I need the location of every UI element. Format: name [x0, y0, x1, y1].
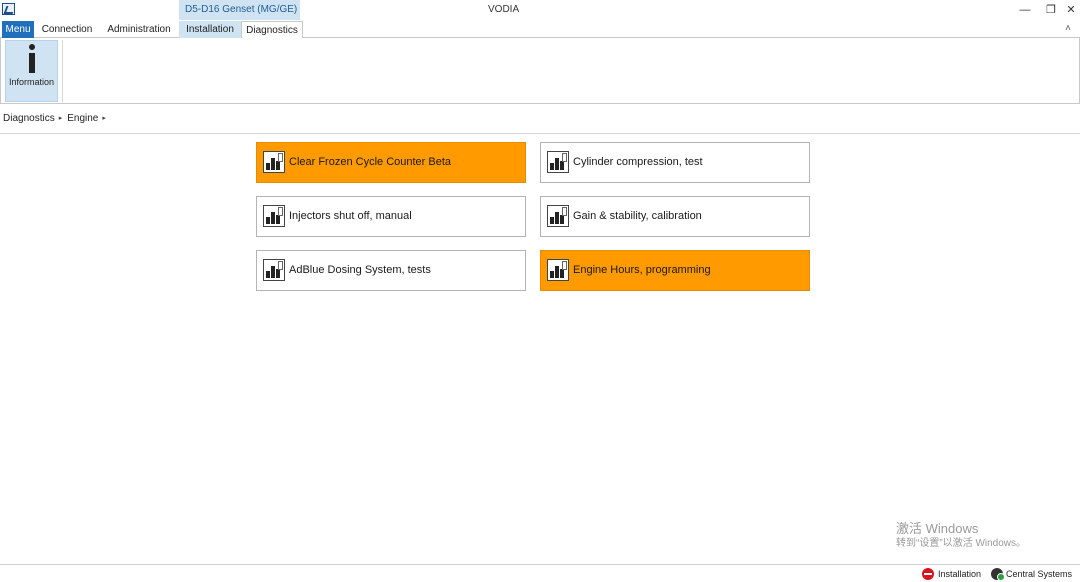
central-systems-icon [991, 568, 1005, 581]
breadcrumb-separator-icon: ▸ [58, 115, 63, 122]
disconnected-icon [922, 568, 934, 580]
minimize-button[interactable]: — [1014, 0, 1036, 20]
status-installation-label: Installation [938, 569, 982, 579]
tile-label: Injectors shut off, manual [289, 210, 412, 222]
tile-engine-hours-programming[interactable]: Engine Hours, programming [540, 250, 810, 291]
info-icon [22, 43, 42, 75]
windows-activation-notice: 激活 Windows 转到“设置”以激活 Windows。 [896, 521, 1026, 551]
restore-button[interactable]: ❐ [1040, 0, 1062, 20]
tile-clear-frozen-cycle-counter[interactable]: Clear Frozen Cycle Counter Beta [256, 142, 526, 183]
tile-label: Gain & stability, calibration [573, 210, 702, 222]
title-bar: D5-D16 Genset (MG/GE) VODIA — ❐ ✕ [0, 0, 1080, 20]
diagnostic-tool-icon [263, 151, 285, 173]
tile-injectors-shut-off[interactable]: Injectors shut off, manual [256, 196, 526, 237]
breadcrumb-separator-icon: ▸ [102, 115, 106, 122]
ribbon-panel: Information [0, 38, 1080, 104]
close-button[interactable]: ✕ [1060, 0, 1080, 20]
status-bar: Installation Central Systems [0, 564, 1080, 582]
ribbon-divider [62, 40, 63, 102]
tile-label: Clear Frozen Cycle Counter Beta [289, 156, 452, 168]
tab-diagnostics[interactable]: Diagnostics [241, 21, 303, 39]
tile-cylinder-compression-test[interactable]: Cylinder compression, test [540, 142, 810, 183]
tile-label: Engine Hours, programming [573, 264, 711, 276]
tab-installation[interactable]: Installation [179, 21, 241, 38]
app-title: VODIA [488, 4, 520, 15]
status-central-systems[interactable]: Central Systems [991, 567, 1072, 581]
breadcrumb-item-diagnostics[interactable]: Diagnostics [3, 113, 55, 124]
diagnostic-tool-icon [263, 259, 285, 281]
diagnostic-tool-icon [547, 259, 569, 281]
tile-label: Cylinder compression, test [573, 156, 703, 168]
breadcrumb-divider [0, 133, 1080, 134]
context-tab-header: D5-D16 Genset (MG/GE) [179, 0, 300, 20]
activation-title: 激活 Windows [896, 521, 979, 536]
status-central-systems-label: Central Systems [1006, 569, 1073, 579]
collapse-ribbon-icon[interactable]: ˄ [1062, 21, 1074, 37]
status-installation[interactable]: Installation [922, 567, 981, 581]
breadcrumb: Diagnostics ▸ Engine ▸ [0, 112, 111, 126]
diagnostic-tool-icon [547, 205, 569, 227]
ribbon-tab-row: Menu Connection Administration Installat… [0, 20, 1080, 39]
tile-adblue-dosing-tests[interactable]: AdBlue Dosing System, tests [256, 250, 526, 291]
information-label: Information [8, 77, 55, 87]
tab-connection[interactable]: Connection [38, 21, 96, 38]
activation-hint: 转到“设置”以激活 Windows。 [896, 538, 1027, 549]
app-logo-icon[interactable] [2, 3, 15, 15]
tile-label: AdBlue Dosing System, tests [289, 264, 431, 276]
menu-button[interactable]: Menu [2, 21, 34, 38]
tab-administration[interactable]: Administration [102, 21, 176, 38]
information-button[interactable]: Information [5, 40, 58, 102]
tile-gain-stability-calibration[interactable]: Gain & stability, calibration [540, 196, 810, 237]
diagnostic-tool-icon [547, 151, 569, 173]
breadcrumb-item-engine[interactable]: Engine [67, 113, 98, 124]
diagnostic-tool-icon [263, 205, 285, 227]
